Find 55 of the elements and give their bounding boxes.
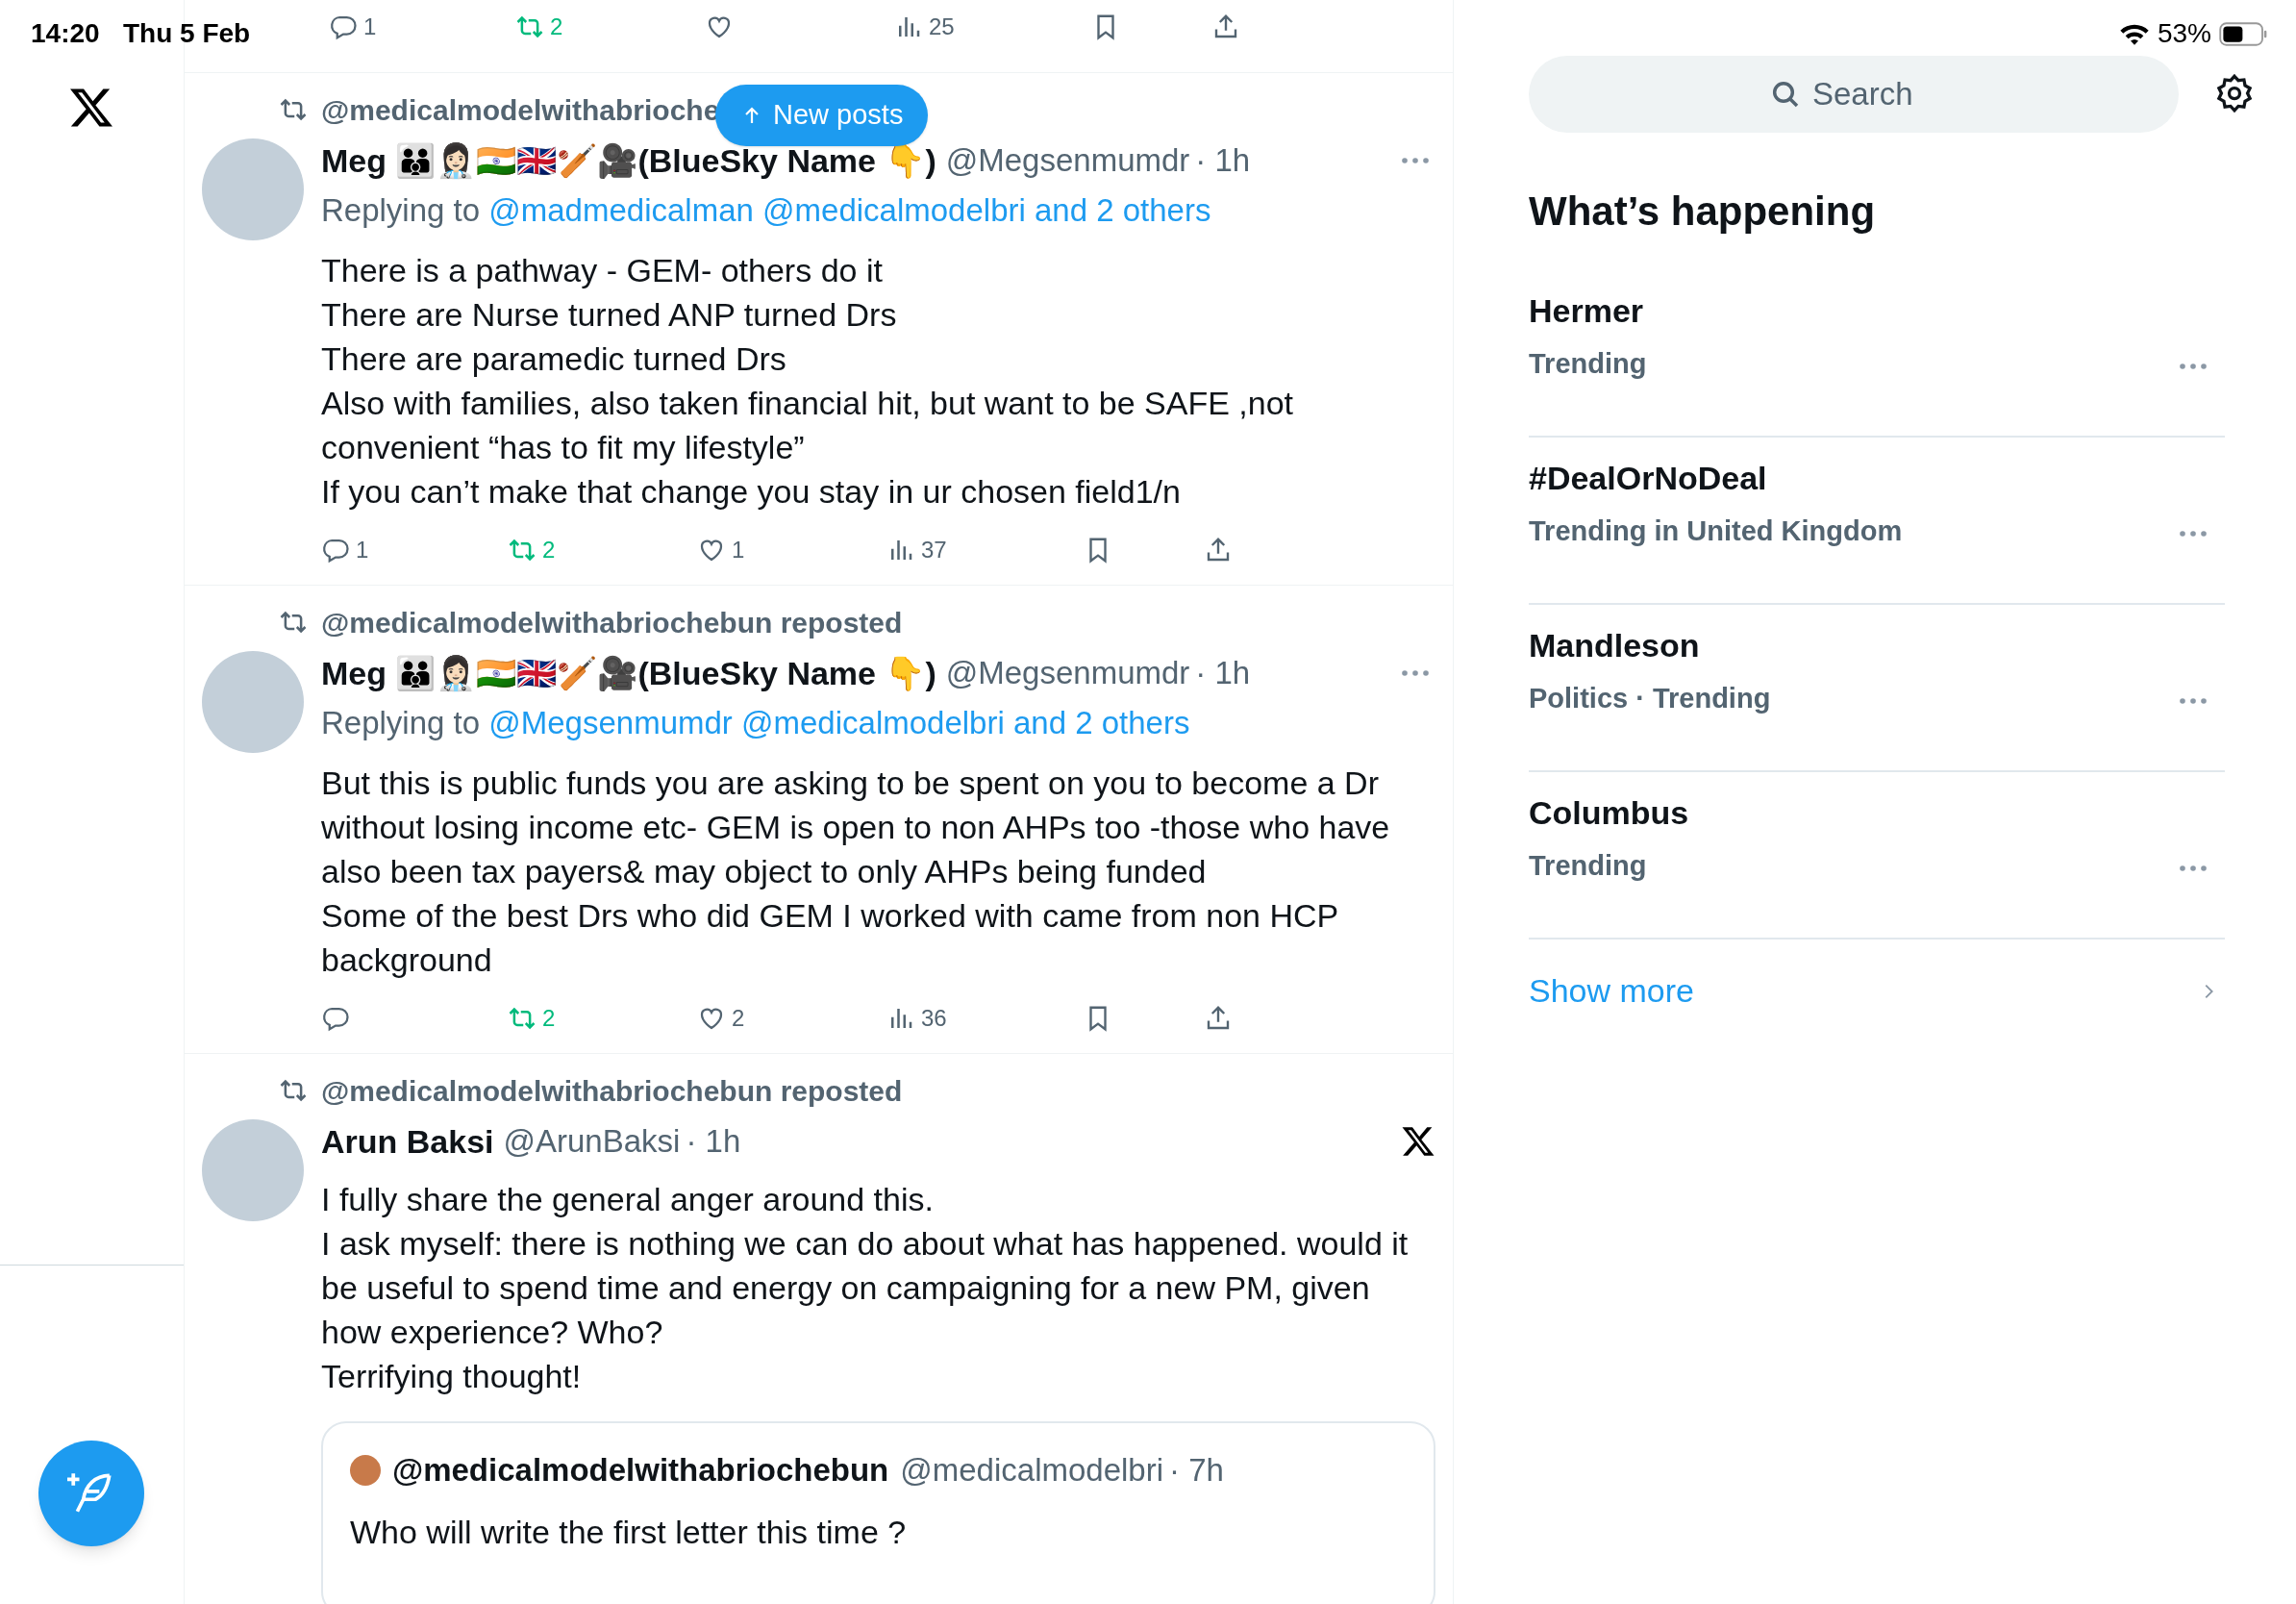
trend-context: Trending — [1529, 849, 1647, 883]
wifi-icon — [2118, 22, 2150, 45]
heart-button[interactable]: 2 — [697, 1001, 886, 1036]
post-time: · 1h — [1195, 654, 1251, 693]
search-field[interactable]: Search — [1529, 56, 2179, 133]
bar-chart-button[interactable]: 37 — [886, 533, 1084, 567]
author-name[interactable]: Meg 👪👩🏻‍⚕🇮🇳🇬🇧🏏🎥(BlueSky Name 👇) — [321, 648, 936, 698]
avatar-image[interactable] — [350, 1454, 381, 1486]
reply-button[interactable]: 1 — [329, 10, 515, 44]
more-icon[interactable] — [1401, 157, 1430, 164]
post-text: There is a pathway - GEM- others do it There are Nurse turned ANP turned Drs There are paramedic turned Drs Also with families, also taken financial hit, but want to be SAFE ,not convenient “has to fit my lifestyle” If you can’t make that change you stay in ur chosen field1/n — [321, 251, 1295, 512]
quoted-author-handle: @medicalmodelbri — [900, 1451, 1164, 1490]
trend-name: Hermer — [1529, 291, 1645, 331]
status-time: 14:20 — [31, 17, 100, 50]
trend-name: #DealOrNoDeal — [1529, 459, 1768, 498]
more-icon[interactable] — [2179, 697, 2208, 705]
more-icon[interactable] — [2179, 865, 2208, 872]
battery-icon — [2219, 21, 2267, 46]
post-text: But this is public funds you are asking to be spent on you to become a Dr without losing income etc- GEM is open to non AHPs too -those who have also been tax payers& may object to only AHPs being funded Some of the best Drs who did GEM I worked with came from non HCP background — [321, 764, 1391, 980]
author-handle[interactable]: @ArunBaksi — [503, 1117, 681, 1165]
post-text: I fully share the general anger around this. I ask myself: there is nothing we can do about what has happened. would it be useful to spend time and energy on campaigning for a new PM, given how experience? Who? Terrifying thought! — [321, 1180, 1410, 1396]
search-input[interactable]: Search — [1812, 70, 1937, 118]
quoted-post-card[interactable]: @medicalmodelwithabriochebun @medicalmodelbri · 7h Who will write the first letter this time ? — [321, 1421, 1435, 1604]
author-handle[interactable]: @Megsenmumdr — [945, 137, 1190, 185]
trend-name: Columbus — [1529, 793, 1690, 833]
replying-to-text: Replying to @Megsenmumdr @medicalmodelbri and 2 others — [321, 704, 1191, 742]
trend-item[interactable]: Columbus Trending — [1529, 772, 2225, 940]
more-icon[interactable] — [1401, 669, 1430, 677]
reposted-by-label: @medicalmodelwithabriochebun reposted — [321, 1073, 903, 1109]
status-date: Thu 5 Feb — [123, 17, 251, 50]
section-heading: What’s happening — [1529, 188, 1877, 236]
replying-to-text: Replying to @madmedicalman @medicalmodelbri and 2 others — [321, 191, 1212, 230]
post-time: · 1h — [686, 1122, 741, 1162]
author-handle[interactable]: @Megsenmumdr — [945, 649, 1190, 697]
battery-percent: 53% — [2157, 17, 2211, 50]
more-icon[interactable] — [2179, 363, 2208, 370]
post-time: · 7h — [1169, 1451, 1224, 1490]
bar-chart-button[interactable]: 25 — [894, 10, 1091, 44]
trend-context: Trending — [1529, 347, 1647, 381]
trend-context: Politics · Trending — [1529, 682, 1771, 715]
trend-item[interactable]: #DealOrNoDeal Trending in United Kingdom — [1529, 438, 2225, 605]
author-name[interactable]: Arun Baksi — [321, 1116, 494, 1166]
quoted-post-text: Who will write the first letter this time ? — [350, 1512, 908, 1552]
trend-item[interactable]: Hermer Trending — [1529, 270, 2225, 438]
post-time: · 1h — [1195, 141, 1251, 181]
quoted-author-name: @medicalmodelwithabriochebun — [392, 1451, 889, 1490]
more-icon[interactable] — [2179, 530, 2208, 538]
trend-context: Trending in United Kingdom — [1529, 514, 1903, 548]
search-icon — [1770, 79, 1801, 110]
bar-chart-button[interactable]: 36 — [886, 1001, 1084, 1036]
reply-button[interactable]: 1 — [321, 533, 508, 567]
reposted-by-label: @medicalmodelwithabriochebun reposted — [321, 605, 903, 640]
trend-item[interactable]: Mandleson Politics · Trending — [1529, 605, 2225, 772]
heart-button[interactable]: 1 — [697, 533, 886, 567]
trend-name: Mandleson — [1529, 626, 1701, 665]
